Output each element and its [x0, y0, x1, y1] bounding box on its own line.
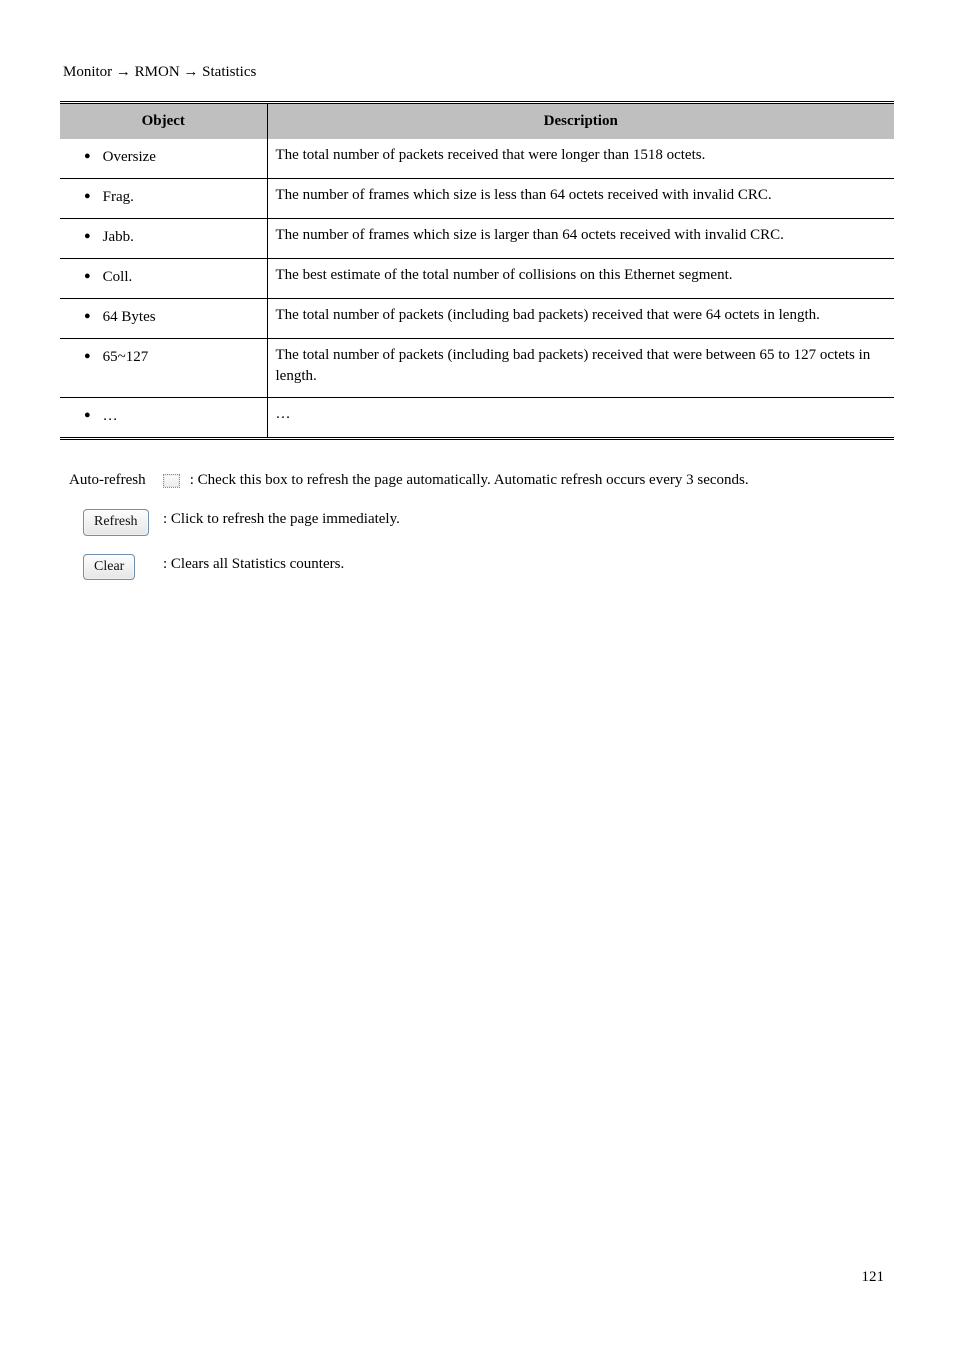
section-title: Monitor → RMON → Statistics	[63, 62, 894, 83]
row-object: 64 Bytes	[103, 305, 156, 328]
table-row: ●64 Bytes The total number of packets (i…	[60, 299, 894, 339]
row-description: …	[267, 398, 894, 439]
row-object: Coll.	[103, 265, 133, 288]
legend-desc: : Click to refresh the page immediately.	[159, 509, 894, 530]
bullet-icon: ●	[68, 265, 103, 282]
legend-label: Auto-refresh	[69, 470, 159, 491]
table-row: ●Jabb. The number of frames which size i…	[60, 219, 894, 259]
page-number: 121	[862, 1267, 885, 1288]
bullet-icon: ●	[68, 305, 103, 322]
row-description: The total number of packets (including b…	[267, 299, 894, 339]
refresh-button[interactable]: Refresh	[83, 509, 149, 536]
row-object: …	[103, 404, 118, 427]
row-object: Frag.	[103, 185, 134, 208]
row-object: 65~127	[103, 345, 149, 368]
th-object: Object	[60, 103, 267, 140]
row-description: The total number of packets received tha…	[267, 139, 894, 179]
legend-desc: : Clears all Statistics counters.	[159, 554, 894, 575]
legend-desc: : Check this box to refresh the page aut…	[190, 472, 749, 488]
table-row: ●… …	[60, 398, 894, 439]
clear-button[interactable]: Clear	[83, 554, 135, 581]
row-description: The number of frames which size is less …	[267, 179, 894, 219]
table-row: ●Coll. The best estimate of the total nu…	[60, 259, 894, 299]
legend-clear: Clear : Clears all Statistics counters.	[60, 554, 894, 581]
table-row: ●Frag. The number of frames which size i…	[60, 179, 894, 219]
table-row: ●Oversize The total number of packets re…	[60, 139, 894, 179]
th-description: Description	[267, 103, 894, 140]
checkbox-icon[interactable]	[163, 474, 180, 488]
bullet-icon: ●	[68, 185, 103, 202]
legend-block: Auto-refresh : Check this box to refresh…	[60, 470, 894, 580]
legend-auto-refresh: Auto-refresh : Check this box to refresh…	[60, 470, 894, 491]
row-description: The total number of packets (including b…	[267, 339, 894, 398]
table-row: ●65~127 The total number of packets (inc…	[60, 339, 894, 398]
bullet-icon: ●	[68, 225, 103, 242]
stats-table: Object Description ●Oversize The total n…	[60, 101, 894, 440]
row-description: The best estimate of the total number of…	[267, 259, 894, 299]
bullet-icon: ●	[68, 404, 103, 421]
bullet-icon: ●	[68, 145, 103, 162]
row-description: The number of frames which size is large…	[267, 219, 894, 259]
legend-refresh: Refresh : Click to refresh the page imme…	[60, 509, 894, 536]
row-object: Jabb.	[103, 225, 134, 248]
row-object: Oversize	[103, 145, 156, 168]
bullet-icon: ●	[68, 345, 103, 362]
